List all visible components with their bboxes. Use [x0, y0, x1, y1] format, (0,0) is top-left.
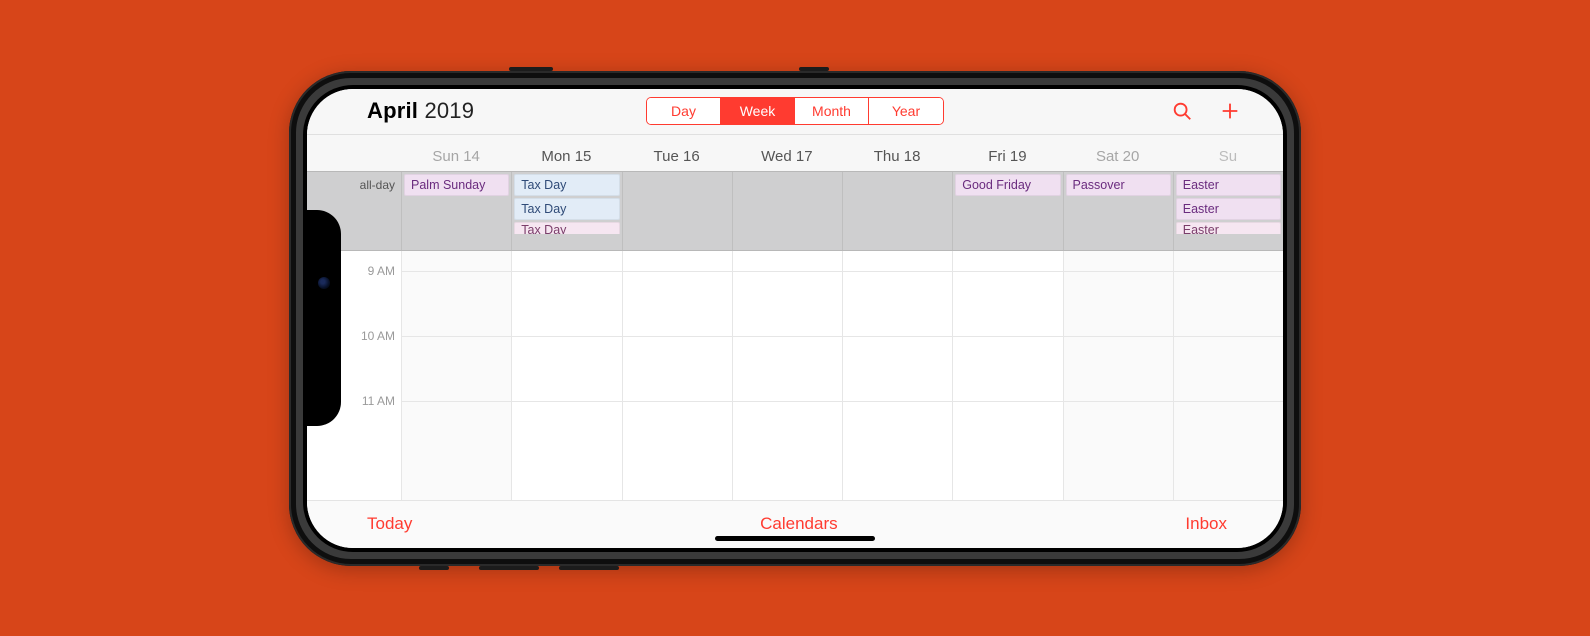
screen: April 2019 Day Week Month Year: [307, 89, 1283, 548]
hour-label: 9 AM: [368, 264, 395, 278]
side-button: [799, 67, 829, 71]
all-day-event[interactable]: Tax Day: [514, 222, 619, 234]
grid-col[interactable]: [622, 251, 732, 500]
grid-col[interactable]: [732, 251, 842, 500]
hour-label: 10 AM: [361, 329, 395, 343]
time-grid[interactable]: 9 AM 10 AM 11 AM: [307, 251, 1283, 500]
segment-month[interactable]: Month: [795, 98, 869, 124]
segment-week[interactable]: Week: [721, 98, 795, 124]
view-segmented-control[interactable]: Day Week Month Year: [646, 97, 944, 125]
today-button[interactable]: Today: [367, 514, 412, 534]
all-day-cell[interactable]: [622, 172, 732, 250]
all-day-cell[interactable]: Good Friday: [952, 172, 1062, 250]
all-day-event[interactable]: Easter: [1176, 198, 1281, 220]
grid-col[interactable]: [511, 251, 621, 500]
all-day-event[interactable]: Good Friday: [955, 174, 1060, 196]
all-day-cell[interactable]: Palm Sunday: [401, 172, 511, 250]
title-year: 2019: [424, 98, 474, 123]
all-day-cell[interactable]: [732, 172, 842, 250]
side-button: [419, 566, 449, 570]
grid-col[interactable]: [842, 251, 952, 500]
all-day-event[interactable]: Palm Sunday: [404, 174, 509, 196]
grid-col[interactable]: [1063, 251, 1173, 500]
segment-year[interactable]: Year: [869, 98, 943, 124]
calendars-button[interactable]: Calendars: [760, 514, 838, 534]
phone-frame: April 2019 Day Week Month Year: [289, 71, 1301, 566]
all-day-event[interactable]: Easter: [1176, 222, 1281, 234]
hour-label: 11 AM: [362, 394, 395, 408]
all-day-event[interactable]: Tax Day: [514, 174, 619, 196]
day-header[interactable]: Thu 18: [842, 148, 952, 171]
side-button: [559, 566, 619, 570]
day-header[interactable]: Sat 20: [1063, 148, 1173, 171]
all-day-cell[interactable]: Tax DayTax DayTax Day: [511, 172, 621, 250]
day-header[interactable]: Fri 19: [952, 148, 1062, 171]
day-header[interactable]: Mon 15: [511, 148, 621, 171]
front-camera: [318, 277, 330, 289]
grid-col[interactable]: [1173, 251, 1283, 500]
grid-col[interactable]: [952, 251, 1062, 500]
all-day-event[interactable]: Tax Day: [514, 198, 619, 220]
all-day-cell[interactable]: EasterEasterEaster: [1173, 172, 1283, 250]
search-icon[interactable]: [1171, 100, 1193, 122]
all-day-label: all-day: [351, 172, 401, 250]
segment-day[interactable]: Day: [647, 98, 721, 124]
calendar-app: April 2019 Day Week Month Year: [307, 89, 1283, 548]
day-header-row: Sun 14 Mon 15 Tue 16 Wed 17 Thu 18 Fri 1…: [307, 135, 1283, 171]
all-day-row: all-day Palm Sunday Tax DayTax DayTax Da…: [307, 171, 1283, 251]
time-gutter: 9 AM 10 AM 11 AM: [351, 251, 401, 500]
title-month: April: [367, 98, 418, 123]
day-header[interactable]: Wed 17: [732, 148, 842, 171]
grid-col[interactable]: [401, 251, 511, 500]
all-day-event[interactable]: Easter: [1176, 174, 1281, 196]
notch: [307, 210, 341, 426]
day-header-next[interactable]: Su: [1173, 148, 1283, 171]
all-day-cell[interactable]: [842, 172, 952, 250]
home-indicator[interactable]: [715, 536, 875, 541]
all-day-cell[interactable]: Passover: [1063, 172, 1173, 250]
topbar: April 2019 Day Week Month Year: [307, 89, 1283, 135]
side-button: [509, 67, 553, 71]
side-button: [479, 566, 539, 570]
day-header[interactable]: Tue 16: [622, 148, 732, 171]
add-icon[interactable]: [1219, 100, 1241, 122]
page-title: April 2019: [367, 98, 474, 124]
day-header[interactable]: Sun 14: [401, 148, 511, 171]
all-day-event[interactable]: Passover: [1066, 174, 1171, 196]
inbox-button[interactable]: Inbox: [1185, 514, 1227, 534]
